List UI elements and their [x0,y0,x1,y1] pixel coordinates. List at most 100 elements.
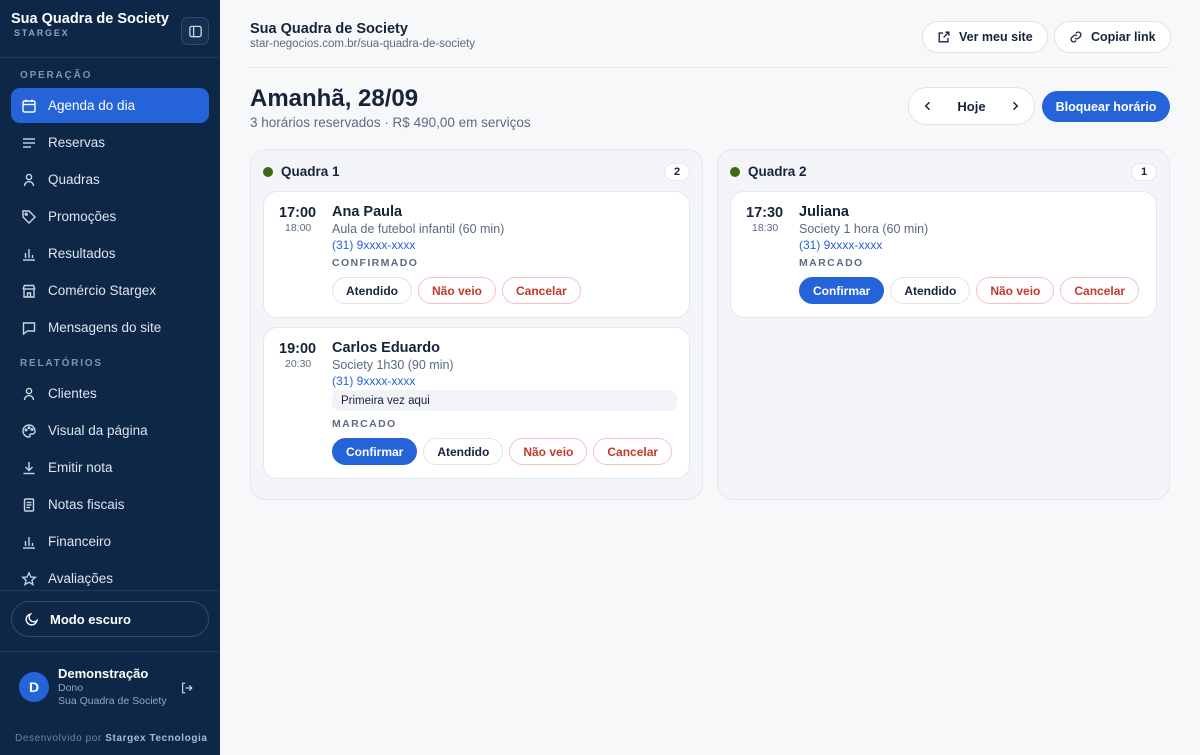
booking-end-time: 18:00 [285,222,312,234]
sidebar-item-quadras[interactable]: Quadras [11,162,209,197]
logout-icon [182,682,193,694]
section-label-operation: OPERAÇÃO [20,70,93,81]
avatar: D [19,672,49,702]
sidebar-toggle-icon [188,25,202,37]
booking-card: 17:00 18:00 Ana Paula Aula de futebol in… [263,191,690,318]
court-panel: Quadra 2 1 17:30 18:30 Juliana Society 1… [717,149,1170,500]
calendar-icon [20,97,38,115]
booking-status: MARCADO [332,418,397,430]
booking-card: 17:30 18:30 Juliana Society 1 hora (60 m… [730,191,1157,318]
footer-credit: Desenvolvido por Stargex Tecnologia [15,733,208,744]
no-show-button[interactable]: Não veio [509,438,588,465]
booking-end-time: 18:30 [752,222,779,234]
sidebar-item-comercio[interactable]: Comércio Stargex [11,273,209,308]
attended-button[interactable]: Atendido [332,277,412,304]
sidebar-item-agenda[interactable]: Agenda do dia [11,88,209,123]
view-site-button[interactable]: Ver meu site [922,21,1048,53]
confirm-button[interactable]: Confirmar [332,438,418,465]
dark-mode-toggle[interactable]: Modo escuro [11,601,209,637]
booking-actions: Confirmar Atendido Não veio Cancelar [799,277,1140,304]
sidebar-header: Sua Quadra de Society STARGEX [0,0,220,58]
bar-chart-icon [20,533,38,551]
list-icon [20,134,38,152]
sidebar-item-visual[interactable]: Visual da página [11,413,209,448]
sidebar-item-label: Avaliações [48,571,114,586]
sidebar-item-resultados[interactable]: Resultados [11,236,209,271]
booking-phone[interactable]: (31) 9xxxx-xxxx [332,374,415,388]
booking-phone[interactable]: (31) 9xxxx-xxxx [799,238,882,252]
sidebar-item-reservas[interactable]: Reservas [11,125,209,160]
court-booking-count: 1 [1131,163,1157,181]
chevron-right-icon [1012,101,1019,111]
sidebar-item-promocoes[interactable]: Promoções [11,199,209,234]
court-name: Quadra 1 [281,164,340,179]
cancel-button[interactable]: Cancelar [593,438,673,465]
sidebar-item-label: Clientes [48,386,97,401]
block-time-button[interactable]: Bloquear horário [1042,91,1170,122]
site-url: star-negocios.com.br/sua-quadra-de-socie… [250,38,475,50]
star-icon [20,570,38,588]
tag-icon [20,208,38,226]
attended-button[interactable]: Atendido [890,277,971,304]
sidebar-collapse-button[interactable] [181,17,209,45]
booking-phone[interactable]: (31) 9xxxx-xxxx [332,238,415,252]
user-company: Sua Quadra de Society [58,695,167,707]
copy-link-button[interactable]: Copiar link [1054,21,1171,53]
brand-title: Sua Quadra de Society [11,11,169,27]
copy-link-label: Copiar link [1091,30,1156,44]
day-summary: 3 horários reservados · R$ 490,00 em ser… [250,115,531,130]
today-button[interactable]: Hoje [957,99,985,114]
logout-button[interactable] [178,679,196,697]
moon-icon [25,612,39,626]
booking-service: Society 1h30 (90 min) [332,358,454,372]
booking-start-time: 17:00 [279,205,317,221]
cancel-button[interactable]: Cancelar [1060,277,1140,304]
sidebar-item-financeiro[interactable]: Financeiro [11,524,209,559]
booking-status: MARCADO [799,257,864,269]
sidebar-item-label: Quadras [48,172,100,187]
user-name: Demonstração [58,666,149,681]
user-role: Dono [58,682,84,694]
footer-company: Stargex Tecnologia [105,733,208,744]
sidebar-item-clientes[interactable]: Clientes [11,376,209,411]
external-link-icon [938,31,950,43]
brand-subtitle: STARGEX [14,28,70,38]
cancel-button[interactable]: Cancelar [502,277,581,304]
no-show-button[interactable]: Não veio [418,277,497,304]
site-title: Sua Quadra de Society [250,21,408,37]
booking-actions: Confirmar Atendido Não veio Cancelar [332,438,673,465]
booking-start-time: 17:30 [746,205,784,221]
sidebar-item-notas-fiscais[interactable]: Notas fiscais [11,487,209,522]
palette-icon [20,422,38,440]
sidebar-divider [0,590,220,591]
sidebar-item-mensagens[interactable]: Mensagens do site [11,310,209,345]
confirm-button[interactable]: Confirmar [799,277,885,304]
court-header: Quadra 2 [730,164,807,179]
store-icon [20,282,38,300]
no-show-button[interactable]: Não veio [976,277,1055,304]
attended-button[interactable]: Atendido [423,438,504,465]
sidebar-item-label: Agenda do dia [48,98,136,113]
message-icon [20,319,38,337]
section-label-reports: RELATÓRIOS [20,358,103,369]
booking-start-time: 19:00 [279,341,317,357]
previous-day-button[interactable] [921,99,935,113]
sidebar-item-label: Comércio Stargex [48,283,157,298]
link-icon [1070,31,1082,43]
sidebar-item-label: Financeiro [48,534,112,549]
sidebar-item-emitir-nota[interactable]: Emitir nota [11,450,209,485]
user-icon [20,171,38,189]
user-icon [20,385,38,403]
sidebar-item-label: Emitir nota [48,460,113,475]
booking-customer-name: Ana Paula [332,204,403,220]
booking-customer-name: Juliana [799,204,849,220]
next-day-button[interactable] [1008,99,1022,113]
sidebar-item-label: Reservas [48,135,106,150]
sidebar-divider [0,651,220,652]
court-header: Quadra 1 [263,164,340,179]
download-icon [20,459,38,477]
court-status-dot [263,166,273,177]
booking-card: 19:00 20:30 Carlos Eduardo Society 1h30 … [263,327,690,479]
booking-status: CONFIRMADO [332,257,419,269]
booking-service: Aula de futebol infantil (60 min) [332,222,505,236]
